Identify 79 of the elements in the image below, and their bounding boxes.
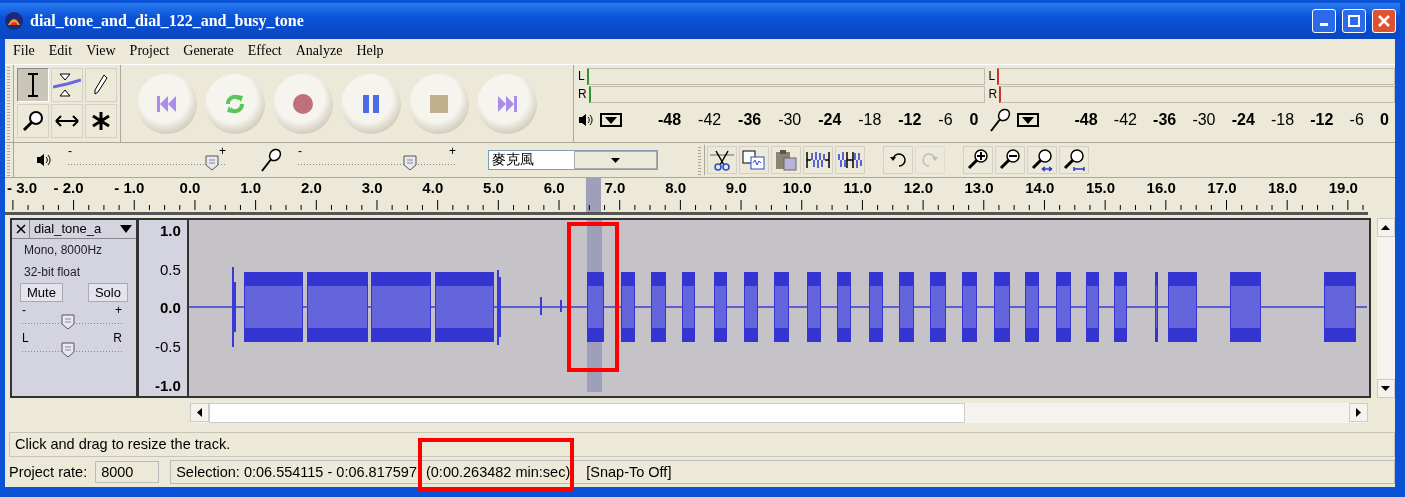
menu-item[interactable]: Effect [247, 43, 282, 60]
menu-item[interactable]: Project [129, 43, 170, 60]
ruler-label: 19.0 [1328, 179, 1358, 197]
input-device-dropdown[interactable]: 麥克風 [488, 150, 658, 171]
ruler-label: 2.0 [300, 179, 322, 197]
menu-item[interactable]: Help [356, 43, 384, 60]
meter-scale-label: -36 [738, 111, 762, 130]
slider-min-label: - [68, 145, 72, 158]
channel-label: L [578, 69, 585, 84]
meter-scale-label: -6 [1349, 111, 1364, 130]
meter-scale-label: -30 [778, 111, 802, 130]
ruler-label: 16.0 [1146, 179, 1176, 197]
meter-scale-label: 0 [969, 111, 979, 130]
meter-scale-label: -36 [1153, 111, 1177, 130]
project-rate-field[interactable]: 8000 [95, 461, 160, 484]
slider-min-label: - [298, 145, 302, 158]
solo-button[interactable]: Solo [87, 282, 128, 302]
meter-scale-label: -30 [1192, 111, 1216, 130]
slider-min-label: L [22, 331, 29, 344]
meter-scale-label: -6 [938, 111, 953, 130]
ruler-label: 15.0 [1085, 179, 1116, 197]
ruler-label: 9.0 [725, 179, 747, 197]
slider-max-label: + [449, 145, 456, 158]
project-rate-label: Project rate: [9, 464, 88, 481]
status-message: Click and drag to resize the track. [15, 436, 231, 453]
amplitude-label: 1.0 [160, 221, 181, 239]
ruler-label: 12.0 [903, 179, 933, 197]
meter-scale-label: -24 [1231, 111, 1255, 130]
menu-item[interactable]: Generate [183, 43, 234, 60]
menu-item[interactable]: Analyze [295, 43, 343, 60]
ruler-label: 5.0 [483, 179, 504, 197]
ruler-label: 11.0 [843, 179, 872, 197]
meter-scale-label: -24 [818, 111, 842, 130]
meter-scale-label: -18 [858, 111, 882, 130]
ruler-label: 0.0 [179, 179, 201, 197]
slider-max-label: + [115, 303, 122, 316]
mute-button[interactable]: Mute [20, 282, 63, 302]
amplitude-label: 0.5 [160, 260, 181, 278]
channel-label: L [988, 69, 996, 84]
selection-length: (0:00.263482 min:sec) [425, 464, 571, 481]
ruler-label: 7.0 [604, 179, 626, 197]
ruler-label: 3.0 [361, 179, 383, 197]
amplitude-label: 0.0 [160, 299, 181, 317]
timeline-ruler[interactable]: - 3.0 - 2.0 - 1.0 0.0 1.0 2.0 3.0 4.0 5.0 6.0 7.0 8.0 9.0 10.0 11.0 12.0 13.0 14.0 15.0 16.0 17.0 18.0 19.0 [5, 178, 1368, 215]
channel-label: R [578, 87, 587, 102]
channel-label: R [988, 87, 998, 102]
meter-scale-label: -42 [698, 111, 722, 130]
track-info: 32-bit float [24, 263, 82, 281]
meter-scale-label: 0 [1380, 111, 1389, 130]
meter-scale-label: -12 [898, 111, 922, 130]
amplitude-label: -1.0 [155, 376, 181, 394]
meter-scale-label: -18 [1271, 111, 1295, 130]
ruler-label: - 1.0 [114, 179, 145, 197]
snap-status: [Snap-To Off] [586, 464, 672, 481]
slider-max-label: R [113, 331, 122, 344]
ruler-label: 17.0 [1207, 179, 1237, 197]
ruler-label: 13.0 [964, 179, 994, 197]
ruler-label: - 2.0 [53, 179, 84, 197]
ruler-label: 14.0 [1025, 179, 1055, 197]
ruler-label: 1.0 [240, 179, 262, 197]
menu-item[interactable]: View [86, 43, 116, 60]
ruler-label: 4.0 [422, 179, 444, 197]
slider-min-label: - [22, 303, 26, 316]
ruler-label: 10.0 [782, 179, 812, 197]
ruler-label: - 3.0 [7, 179, 37, 197]
selection-text: Selection: 0:06.554115 - 0:06.817597 [176, 464, 417, 481]
ruler-label: 6.0 [543, 179, 565, 197]
amplitude-label: -0.5 [155, 338, 181, 355]
meter-scale-label: -48 [1074, 111, 1098, 130]
ruler-label: 18.0 [1268, 179, 1298, 197]
menu-item[interactable]: File [13, 43, 35, 60]
window-title: dial_tone_and_dial_122_and_busy_tone [30, 11, 305, 30]
meter-scale-label: -12 [1310, 111, 1334, 130]
menu-item[interactable]: Edit [48, 43, 73, 60]
slider-max-label: + [219, 145, 226, 158]
meter-scale-label: -42 [1113, 111, 1137, 130]
ruler-label: 8.0 [665, 179, 686, 197]
meter-scale-label: -48 [658, 111, 682, 130]
track-info: Mono, 8000Hz [24, 241, 104, 259]
